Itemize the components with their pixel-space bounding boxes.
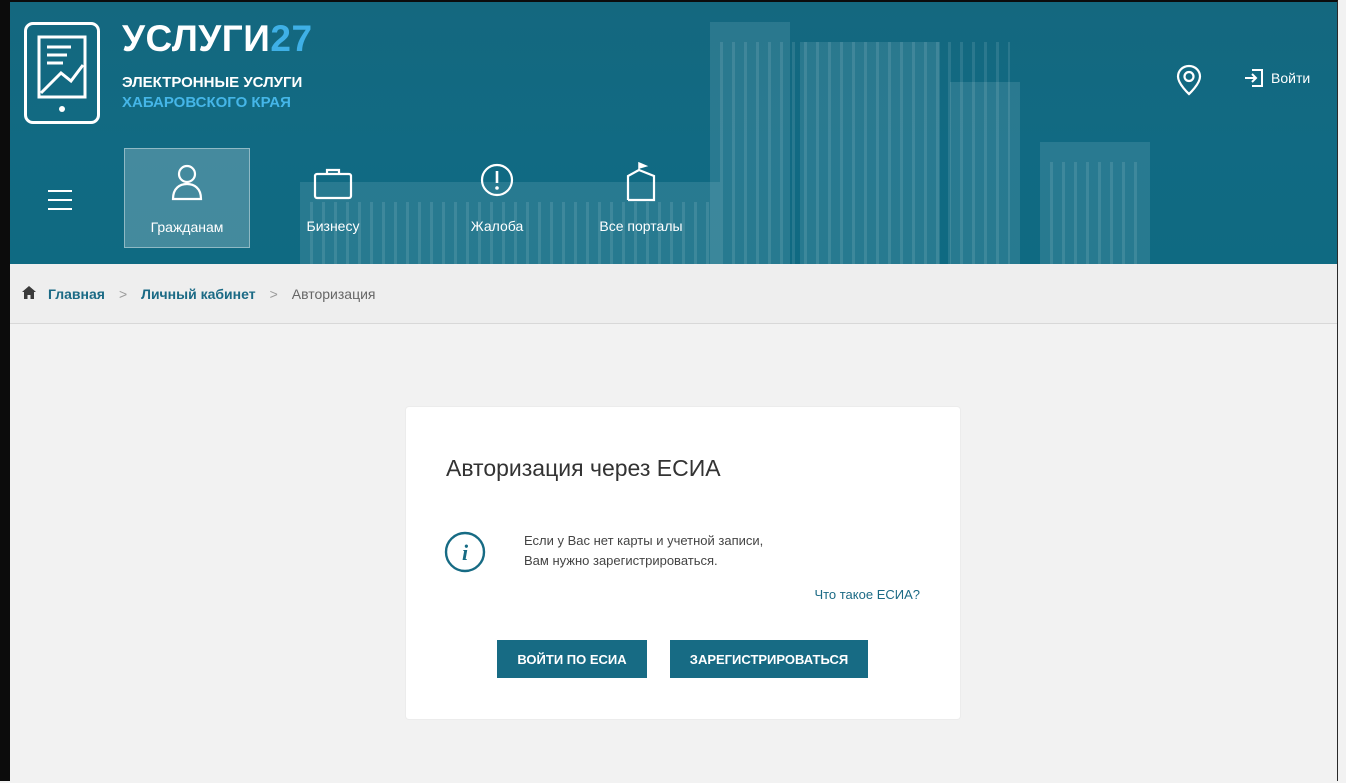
brand-title-text: УСЛУГИ — [122, 18, 271, 59]
brand-title[interactable]: УСЛУГИ27 — [122, 18, 313, 60]
info-line-1: Если у Вас нет карты и учетной записи, — [524, 533, 764, 548]
breadcrumb-current: Авторизация — [291, 285, 376, 302]
breadcrumb-separator-icon: > — [269, 285, 278, 302]
nav-item-label: Жалоба — [470, 218, 524, 234]
info-line-2: Вам нужно зарегистрироваться. — [524, 553, 718, 568]
browser-viewport: УСЛУГИ27 ЭЛЕКТРОННЫЕ УСЛУГИ ХАБАРОВСКОГО… — [0, 0, 1338, 781]
info-icon: i — [444, 531, 486, 578]
tablet-logo-icon[interactable] — [24, 22, 100, 124]
exclamation-circle-icon — [480, 163, 514, 197]
brand-title-number: 27 — [270, 18, 313, 59]
register-button[interactable]: ЗАРЕГИСТРИРОВАТЬСЯ — [670, 640, 868, 678]
nav-item-citizens[interactable]: Гражданам — [124, 148, 250, 248]
location-pin-icon[interactable] — [1176, 64, 1202, 101]
info-message: Если у Вас нет карты и учетной записи, В… — [524, 531, 763, 571]
nav-item-complaint[interactable]: Жалоба — [434, 148, 560, 248]
person-icon — [171, 164, 203, 201]
svg-text:i: i — [462, 540, 469, 565]
breadcrumb-separator-icon: > — [118, 285, 128, 302]
login-esia-button[interactable]: ВОЙТИ ПО ЕСИА — [497, 640, 647, 678]
what-is-esia-link[interactable]: Что такое ЕСИА? — [814, 587, 920, 602]
breadcrumb-home-link[interactable]: Главная — [48, 286, 105, 302]
nav-item-label: Все порталы — [599, 218, 683, 234]
nav-item-label: Гражданам — [150, 219, 224, 235]
background-building-windows — [720, 42, 1010, 264]
auth-card: Авторизация через ЕСИА i Если у Вас нет … — [406, 407, 960, 719]
background-building-windows — [1050, 162, 1140, 264]
login-label: Войти — [1271, 70, 1311, 86]
brand-subtitle-1: ЭЛЕКТРОННЫЕ УСЛУГИ — [122, 74, 303, 91]
breadcrumb-cabinet-link[interactable]: Личный кабинет — [141, 286, 255, 302]
login-link[interactable]: Войти — [1243, 68, 1310, 88]
nav-item-business[interactable]: Бизнесу — [270, 148, 396, 248]
nav-item-all-portals[interactable]: Все порталы — [578, 148, 704, 248]
briefcase-icon — [313, 168, 353, 200]
brand-subtitle-2: ХАБАРОВСКОГО КРАЯ — [122, 94, 291, 111]
card-title: Авторизация через ЕСИА — [446, 455, 721, 481]
hamburger-menu-icon[interactable] — [48, 190, 72, 217]
site-header: УСЛУГИ27 ЭЛЕКТРОННЫЕ УСЛУГИ ХАБАРОВСКОГО… — [10, 2, 1337, 264]
home-icon[interactable] — [22, 285, 36, 302]
breadcrumb: Главная > Личный кабинет > Авторизация — [10, 264, 1337, 324]
login-icon — [1245, 69, 1263, 87]
nav-item-label: Бизнесу — [306, 218, 360, 234]
portals-icon — [626, 162, 656, 202]
